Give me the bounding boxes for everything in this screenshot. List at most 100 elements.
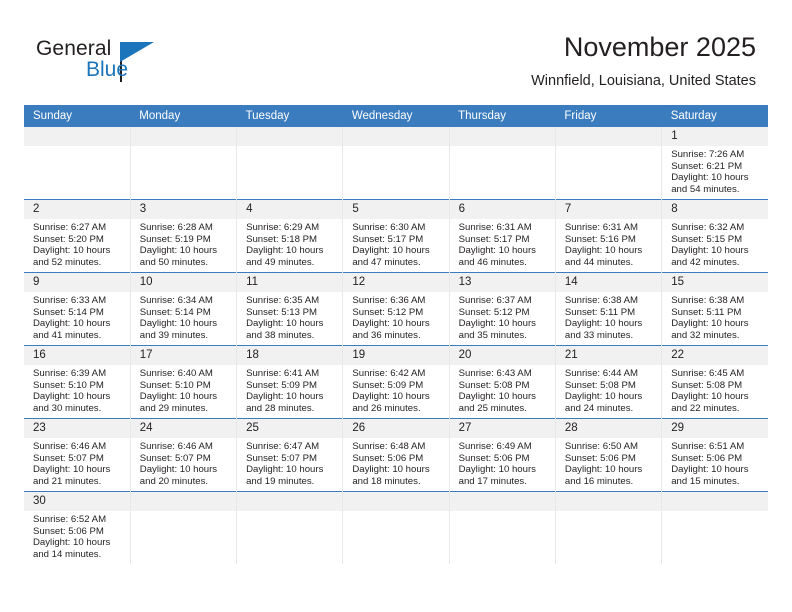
calendar-day-cell[interactable]: 13 Sunrise: 6:37 AM Sunset: 5:12 PM Dayligh…	[449, 272, 556, 346]
calendar-day-cell[interactable]: 8 Sunrise: 6:32 AM Sunset: 5:15 PM Daylight…	[661, 199, 768, 273]
calendar-day-cell[interactable]: 3 Sunrise: 6:28 AM Sunset: 5:19 PM Daylight…	[130, 199, 238, 273]
title-block: November 2025 Winnfield, Louisiana, Unit…	[531, 30, 756, 92]
calendar-day-cell[interactable]: 19 Sunrise: 6:42 AM Sunset: 5:09 PM Dayligh…	[342, 345, 450, 419]
daylight-duration-line1: Daylight: 10 hours	[139, 318, 218, 330]
calendar-day-cell[interactable]: 12 Sunrise: 6:36 AM Sunset: 5:12 PM Dayligh…	[342, 272, 450, 346]
calendar-day-cell[interactable]: 1 Sunrise: 7:26 AM Sunset: 6:21 PM Daylight…	[661, 127, 768, 200]
calendar-day-cell[interactable]: 24 Sunrise: 6:46 AM Sunset: 5:07 PM Dayligh…	[130, 418, 238, 492]
sunset-time: Sunset: 5:20 PM	[33, 233, 104, 245]
daylight-duration-line2: and 46 minutes.	[458, 256, 527, 268]
day-number: 21	[555, 346, 662, 365]
calendar-day-cell[interactable]: 23 Sunrise: 6:46 AM Sunset: 5:07 PM Dayligh…	[24, 418, 131, 492]
sunrise-time: Sunrise: 6:39 AM	[33, 368, 107, 379]
calendar-day-cell[interactable]: 21 Sunrise: 6:44 AM Sunset: 5:08 PM Dayligh…	[555, 345, 663, 419]
day-number	[662, 492, 768, 511]
page-subtitle: Winnfield, Louisiana, United States	[531, 73, 756, 89]
calendar-day-cell[interactable]: 29 Sunrise: 6:51 AM Sunset: 5:06 PM Dayligh…	[661, 418, 768, 492]
calendar-day-cell[interactable]: 25 Sunrise: 6:47 AM Sunset: 5:07 PM Dayligh…	[236, 418, 344, 492]
calendar-day-cell[interactable]: 30 Sunrise: 6:52 AM Sunset: 5:06 PM Dayligh…	[24, 491, 131, 564]
calendar-day-cell[interactable]: 5 Sunrise: 6:30 AM Sunset: 5:17 PM Daylight…	[342, 199, 450, 273]
daylight-duration-line2: and 42 minutes.	[671, 256, 740, 268]
daylight-duration-line1: Daylight: 10 hours	[246, 318, 324, 330]
calendar-day-cell[interactable]: 17 Sunrise: 6:40 AM Sunset: 5:10 PM Dayligh…	[130, 345, 238, 419]
calendar-day-cell[interactable]: 7 Sunrise: 6:31 AM Sunset: 5:16 PM Daylight…	[555, 199, 663, 273]
calendar-day-cell[interactable]: 10 Sunrise: 6:34 AM Sunset: 5:14 PM Dayligh…	[130, 272, 238, 346]
sunrise-time: Sunrise: 6:46 AM	[139, 441, 213, 452]
calendar-day-cell[interactable]: 22 Sunrise: 6:45 AM Sunset: 5:08 PM Dayligh…	[661, 345, 768, 419]
day-sun-info: Sunrise: 6:51 AM Sunset: 5:06 PM Daylight:…	[662, 438, 768, 487]
day-number: 6	[449, 200, 555, 219]
sunrise-time: Sunrise: 6:29 AM	[246, 222, 320, 233]
day-number	[555, 492, 662, 511]
day-number: 3	[130, 200, 237, 219]
daylight-duration-line2: and 32 minutes.	[671, 329, 740, 341]
daylight-duration-line1: Daylight: 10 hours	[352, 464, 430, 476]
day-sun-info: Sunrise: 6:46 AM Sunset: 5:07 PM Daylight:…	[24, 438, 130, 487]
day-sun-info: Sunrise: 6:39 AM Sunset: 5:10 PM Daylight:…	[24, 365, 130, 414]
weekday-header-wednesday: Wednesday	[342, 105, 450, 127]
day-number	[130, 127, 237, 146]
calendar-day-cell[interactable]: 28 Sunrise: 6:50 AM Sunset: 5:06 PM Dayligh…	[555, 418, 663, 492]
calendar-day-cell[interactable]: 15 Sunrise: 6:38 AM Sunset: 5:11 PM Dayligh…	[661, 272, 768, 346]
calendar-week-row: 2 Sunrise: 6:27 AM Sunset: 5:20 PM Daylight…	[24, 199, 768, 273]
daylight-duration-line2: and 47 minutes.	[352, 256, 421, 268]
sunrise-time: Sunrise: 6:27 AM	[33, 222, 107, 233]
sunrise-time: Sunrise: 6:42 AM	[352, 368, 426, 379]
calendar-day-cell[interactable]: 27 Sunrise: 6:49 AM Sunset: 5:06 PM Dayligh…	[449, 418, 556, 492]
sunrise-time: Sunrise: 6:28 AM	[139, 222, 213, 233]
daylight-duration-line1: Daylight: 10 hours	[564, 318, 643, 330]
calendar-day-cell[interactable]: 16 Sunrise: 6:39 AM Sunset: 5:10 PM Dayligh…	[24, 345, 131, 419]
sunrise-time: Sunrise: 6:30 AM	[352, 222, 426, 233]
month-calendar: Sunday Monday Tuesday Wednesday Thursday…	[24, 105, 768, 564]
sunrise-time: Sunrise: 6:51 AM	[671, 441, 745, 452]
general-blue-logo[interactable]: General Blue	[36, 36, 216, 88]
calendar-day-cell[interactable]: 11 Sunrise: 6:35 AM Sunset: 5:13 PM Dayligh…	[236, 272, 344, 346]
day-number: 26	[343, 419, 449, 438]
daylight-duration-line1: Daylight: 10 hours	[33, 464, 111, 476]
weekday-header-saturday: Saturday	[661, 105, 768, 127]
daylight-duration-line2: and 33 minutes.	[564, 329, 634, 341]
calendar-day-cell[interactable]: 26 Sunrise: 6:48 AM Sunset: 5:06 PM Dayligh…	[342, 418, 450, 492]
sunrise-time: Sunrise: 6:47 AM	[246, 441, 320, 452]
sunrise-time: Sunrise: 6:35 AM	[246, 295, 320, 306]
sunrise-time: Sunrise: 6:38 AM	[671, 295, 745, 306]
daylight-duration-line1: Daylight: 10 hours	[564, 391, 643, 403]
daylight-duration-line2: and 36 minutes.	[352, 329, 421, 341]
calendar-day-cell[interactable]: 18 Sunrise: 6:41 AM Sunset: 5:09 PM Dayligh…	[236, 345, 344, 419]
day-sun-info: Sunrise: 6:52 AM Sunset: 5:06 PM Daylight:…	[24, 511, 130, 560]
calendar-cell-empty	[236, 127, 344, 200]
weekday-header-row: Sunday Monday Tuesday Wednesday Thursday…	[24, 105, 768, 127]
daylight-duration-line1: Daylight: 10 hours	[33, 318, 111, 330]
daylight-duration-line1: Daylight: 10 hours	[458, 245, 536, 257]
daylight-duration-line1: Daylight: 10 hours	[352, 318, 430, 330]
daylight-duration-line2: and 22 minutes.	[671, 402, 740, 414]
calendar-day-cell[interactable]: 2 Sunrise: 6:27 AM Sunset: 5:20 PM Daylight…	[24, 199, 131, 273]
daylight-duration-line2: and 52 minutes.	[33, 256, 102, 268]
calendar-day-cell[interactable]: 4 Sunrise: 6:29 AM Sunset: 5:18 PM Daylight…	[236, 199, 344, 273]
sunset-time: Sunset: 5:07 PM	[33, 452, 104, 464]
day-number: 12	[343, 273, 449, 292]
sunrise-time: Sunrise: 6:43 AM	[458, 368, 532, 379]
calendar-cell-empty	[342, 127, 450, 200]
day-sun-info: Sunrise: 6:48 AM Sunset: 5:06 PM Daylight:…	[343, 438, 448, 487]
daylight-duration-line1: Daylight: 10 hours	[246, 245, 324, 257]
calendar-day-cell[interactable]: 20 Sunrise: 6:43 AM Sunset: 5:08 PM Dayligh…	[449, 345, 556, 419]
daylight-duration-line2: and 14 minutes.	[33, 548, 102, 560]
daylight-duration-line1: Daylight: 10 hours	[564, 464, 643, 476]
day-number: 10	[130, 273, 237, 292]
sunrise-time: Sunrise: 6:52 AM	[33, 514, 107, 525]
weekday-header-friday: Friday	[555, 105, 662, 127]
sunset-time: Sunset: 5:07 PM	[139, 452, 211, 464]
calendar-day-cell[interactable]: 9 Sunrise: 6:33 AM Sunset: 5:14 PM Daylight…	[24, 272, 131, 346]
daylight-duration-line1: Daylight: 10 hours	[246, 391, 324, 403]
calendar-day-cell[interactable]: 6 Sunrise: 6:31 AM Sunset: 5:17 PM Daylight…	[449, 199, 556, 273]
sunset-time: Sunset: 5:14 PM	[33, 306, 104, 318]
daylight-duration-line1: Daylight: 10 hours	[246, 464, 324, 476]
sunrise-time: Sunrise: 6:34 AM	[139, 295, 213, 306]
sunset-time: Sunset: 5:09 PM	[246, 379, 317, 391]
day-number	[24, 127, 130, 146]
daylight-duration-line2: and 19 minutes.	[246, 475, 315, 487]
day-sun-info: Sunrise: 6:41 AM Sunset: 5:09 PM Daylight:…	[237, 365, 342, 414]
weekday-header-thursday: Thursday	[449, 105, 556, 127]
calendar-day-cell[interactable]: 14 Sunrise: 6:38 AM Sunset: 5:11 PM Dayligh…	[555, 272, 663, 346]
